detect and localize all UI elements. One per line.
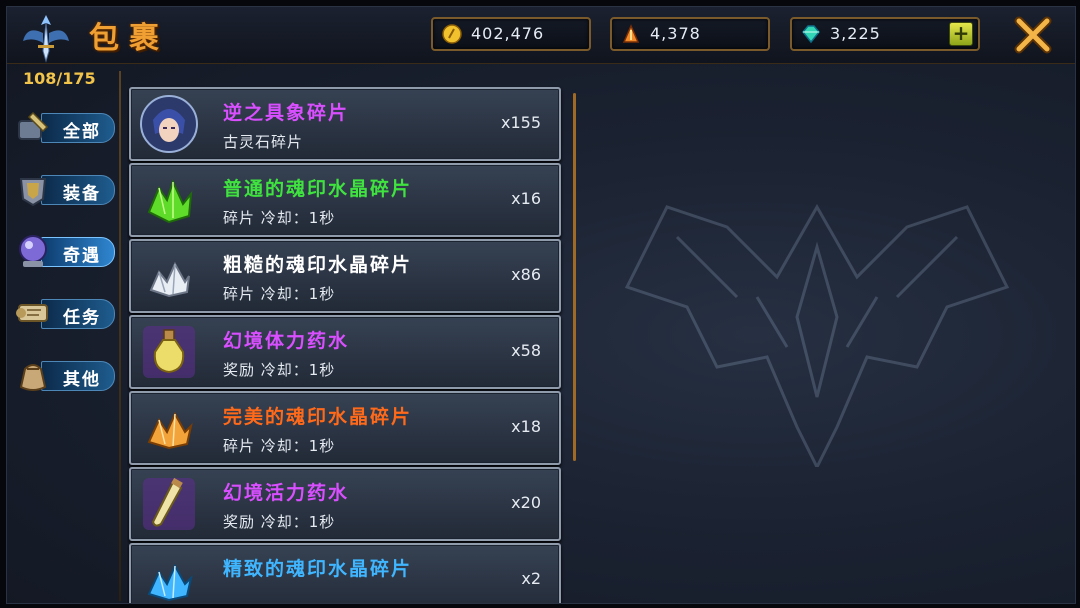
all-items-icon	[18, 111, 49, 140]
item-name: 普通的魂印水晶碎片	[223, 178, 413, 200]
energy-value: 4,378	[650, 24, 701, 43]
panel-divider	[119, 71, 121, 601]
list-item[interactable]: 粗糙的魂印水晶碎片 碎片 冷却：1秒 x86	[129, 239, 561, 313]
item-quantity: x20	[511, 493, 541, 512]
category-label: 奇遇	[63, 246, 101, 266]
item-name: 精致的魂印水晶碎片	[223, 558, 413, 580]
category-label: 任务	[63, 308, 101, 328]
guild-emblem-watermark	[624, 203, 1010, 467]
energy-crystal-icon	[622, 24, 640, 43]
diamond-icon	[802, 25, 820, 44]
top-bar: 包裹 402,476 4,378 3,225 +	[7, 7, 1075, 64]
item-name: 完美的魂印水晶碎片	[223, 406, 413, 428]
adventure-icon	[19, 235, 47, 267]
add-diamond-button[interactable]: +	[949, 22, 973, 46]
inventory-capacity: 108/175	[23, 69, 96, 88]
stamina-potion-icon	[143, 326, 195, 378]
item-quantity: x2	[521, 569, 541, 588]
list-item[interactable]: 逆之具象碎片 古灵石碎片 x155	[129, 87, 561, 161]
energy-counter: 4,378	[610, 17, 770, 51]
item-quantity: x86	[511, 265, 541, 284]
category-tab-adventure[interactable]: 奇遇	[11, 229, 115, 273]
item-description: 奖励 冷却：1秒	[223, 513, 336, 531]
item-quantity: x18	[511, 417, 541, 436]
item-quantity: x155	[500, 113, 541, 132]
list-scrollbar[interactable]	[573, 93, 576, 461]
quest-scroll-icon	[16, 304, 48, 322]
item-name: 逆之具象碎片	[223, 102, 350, 124]
page-title: 包裹	[89, 21, 169, 56]
list-item[interactable]: 幻境活力药水 奖励 冷却：1秒 x20	[129, 467, 561, 541]
diamond-value: 3,225	[830, 24, 881, 43]
item-quantity: x58	[511, 341, 541, 360]
item-description: 碎片 冷却：1秒	[223, 209, 336, 227]
blue-crystal-icon	[147, 563, 193, 602]
list-item[interactable]: 普通的魂印水晶碎片 碎片 冷却：1秒 x16	[129, 163, 561, 237]
close-icon[interactable]	[1011, 13, 1055, 57]
gold-coin-icon	[442, 24, 462, 44]
list-item[interactable]: 精致的魂印水晶碎片 x2	[129, 543, 561, 603]
list-item[interactable]: 幻境体力药水 奖励 冷却：1秒 x58	[129, 315, 561, 389]
equipment-icon	[19, 178, 47, 207]
category-tab-equipment[interactable]: 装备	[11, 167, 115, 211]
category-label: 其他	[63, 370, 101, 390]
item-description: 碎片 冷却：1秒	[223, 285, 336, 303]
category-label: 装备	[63, 184, 101, 204]
item-name: 幻境活力药水	[223, 482, 350, 504]
gold-value: 402,476	[471, 24, 545, 43]
item-description: 碎片 冷却：1秒	[223, 437, 336, 455]
misc-bag-icon	[19, 364, 47, 391]
item-name: 粗糙的魂印水晶碎片	[223, 254, 413, 276]
green-crystal-icon	[147, 179, 193, 224]
character-portrait-icon	[140, 95, 198, 153]
diamond-counter: 3,225 +	[790, 17, 980, 51]
vitality-potion-icon	[143, 477, 195, 530]
category-tab-quest[interactable]: 任务	[11, 291, 115, 335]
item-description: 古灵石碎片	[223, 133, 304, 151]
orange-crystal-icon	[147, 411, 193, 450]
item-name: 幻境体力药水	[223, 330, 350, 352]
category-tab-all[interactable]: 全部	[11, 105, 115, 149]
category-tab-misc[interactable]: 其他	[11, 353, 115, 397]
sword-wings-logo-icon	[23, 15, 69, 63]
list-item[interactable]: 完美的魂印水晶碎片 碎片 冷却：1秒 x18	[129, 391, 561, 465]
item-quantity: x16	[511, 189, 541, 208]
item-description: 奖励 冷却：1秒	[223, 361, 336, 379]
item-list[interactable]: 逆之具象碎片 古灵石碎片 x155 普通的魂印水晶碎片 碎片 冷却：1秒 x16…	[127, 85, 567, 603]
white-crystal-icon	[149, 261, 190, 298]
category-label: 全部	[63, 122, 101, 142]
game-window: 包裹 402,476 4,378 3,225 + 108/175 全部 装备 奇…	[6, 6, 1076, 604]
gold-counter: 402,476	[431, 17, 591, 51]
